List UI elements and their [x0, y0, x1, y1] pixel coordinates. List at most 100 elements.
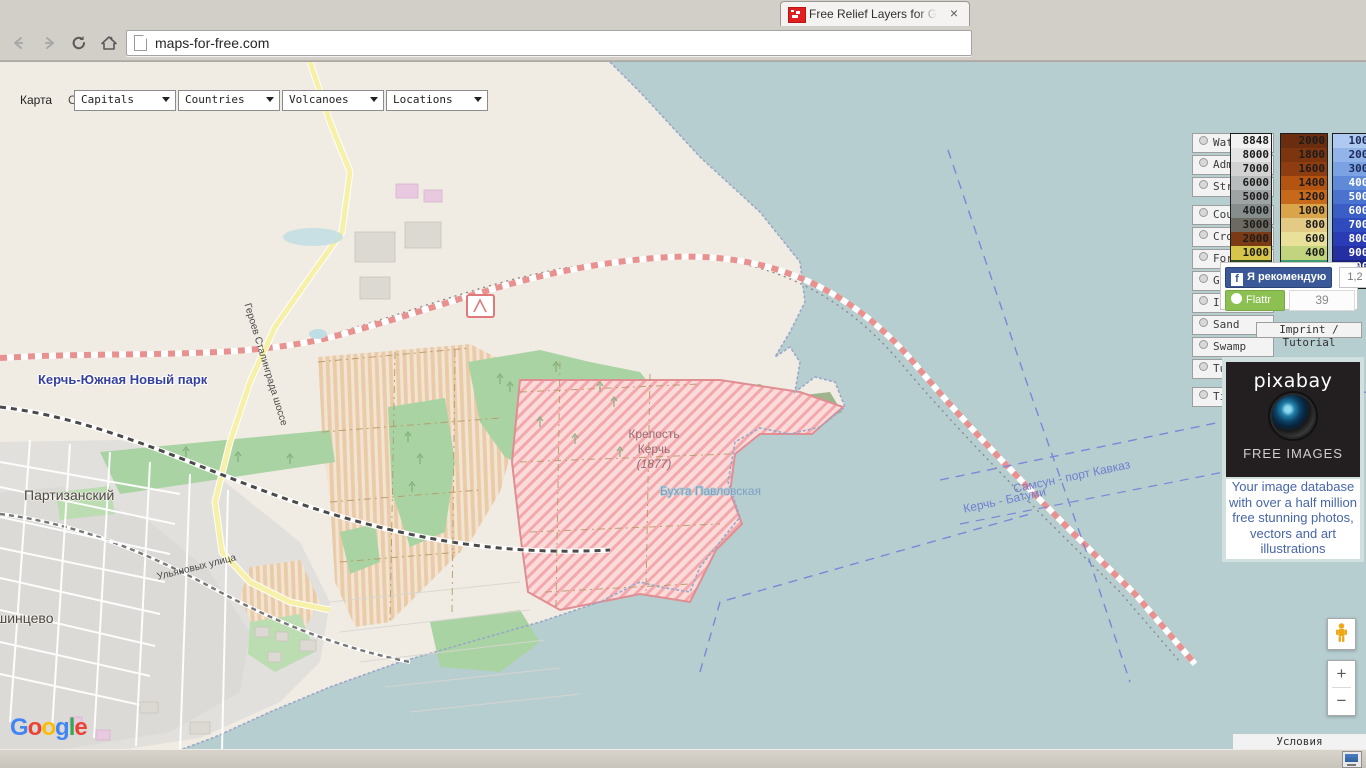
- select-capitals-label: Capitals: [81, 93, 134, 106]
- logo-g2: g: [55, 714, 70, 741]
- browser-toolbar: maps-for-free.com: [0, 26, 1366, 60]
- google-logo: Google: [10, 714, 88, 742]
- radio-icon[interactable]: [1199, 318, 1208, 327]
- select-locations[interactable]: Locations: [386, 90, 488, 111]
- logo-e: e: [74, 714, 87, 741]
- scale-step: 4000: [1333, 176, 1366, 190]
- scale-step: 1000: [1281, 204, 1327, 218]
- zoom-in-button[interactable]: +: [1328, 661, 1355, 687]
- radio-icon[interactable]: [1199, 230, 1208, 239]
- radio-icon[interactable]: [1199, 340, 1208, 349]
- chevron-down-icon: [370, 97, 378, 102]
- radio-icon[interactable]: [1199, 362, 1208, 371]
- web-page: Керчь-Южная Новый парк Партизанский шинц…: [0, 62, 1366, 750]
- favicon-icon: [788, 7, 806, 23]
- scale-step: 2000: [1333, 148, 1366, 162]
- scale-step: 7000: [1231, 162, 1271, 176]
- facebook-recommend-button[interactable]: f Я рекомендую: [1225, 267, 1333, 288]
- scale-step: 9000: [1333, 246, 1366, 260]
- relief-scale: 884880007000600050004000300020001000-414: [1230, 133, 1272, 275]
- radio-icon[interactable]: [1199, 208, 1208, 217]
- display-tray-icon[interactable]: [1342, 751, 1362, 768]
- monitor-base-icon: [1347, 764, 1356, 766]
- ad-image: pixabay FREE IMAGES: [1226, 362, 1360, 477]
- zoom-out-button[interactable]: −: [1328, 688, 1355, 714]
- home-button[interactable]: [96, 31, 122, 55]
- layer-toggle-swamp[interactable]: Swamp: [1192, 337, 1274, 357]
- scale-step: 6000: [1231, 176, 1271, 190]
- facebook-label: Я рекомендую: [1247, 271, 1327, 283]
- scale-step: 1200: [1281, 190, 1327, 204]
- select-capitals[interactable]: Capitals: [74, 90, 176, 111]
- scale-step: 1800: [1281, 148, 1327, 162]
- facebook-icon: f: [1231, 273, 1243, 286]
- flattr-icon: [1231, 293, 1242, 304]
- radio-icon[interactable]: [1199, 390, 1208, 399]
- taskbar: [0, 749, 1366, 768]
- browser-tab[interactable]: Free Relief Layers for Google ×: [780, 1, 970, 27]
- logo-g1: G: [10, 714, 29, 741]
- street-view-pegman[interactable]: [1327, 618, 1356, 650]
- radio-icon[interactable]: [1199, 136, 1208, 145]
- radio-icon[interactable]: [1199, 180, 1208, 189]
- terms-of-use-link[interactable]: Условия использования: [1233, 734, 1366, 750]
- scale-step: 400: [1281, 246, 1327, 260]
- radio-icon[interactable]: [1199, 252, 1208, 261]
- monitor-screen-icon: [1345, 754, 1358, 762]
- map-type-karta[interactable]: Карта: [20, 90, 52, 111]
- tab-title: Free Relief Layers for Google: [809, 7, 937, 21]
- chevron-down-icon: [474, 97, 482, 102]
- browser-chrome: Free Relief Layers for Google ×: [0, 0, 1366, 62]
- select-volcanoes[interactable]: Volcanoes: [282, 90, 384, 111]
- scale-step: 4000: [1231, 204, 1271, 218]
- select-countries[interactable]: Countries: [178, 90, 280, 111]
- select-volcanoes-label: Volcanoes: [289, 93, 349, 106]
- tab-strip: Free Relief Layers for Google ×: [0, 0, 1366, 27]
- scale-step: 6000: [1333, 204, 1366, 218]
- ad-caption: FREE IMAGES: [1243, 446, 1343, 461]
- arrow-right-icon: [45, 37, 54, 49]
- scale-step: 1000: [1231, 246, 1271, 260]
- scale-step: 8000: [1231, 148, 1271, 162]
- imprint-tutorial-link[interactable]: Imprint / Tutorial: [1256, 322, 1362, 349]
- pixabay-ad[interactable]: pixabay FREE IMAGES Your image database …: [1222, 357, 1364, 562]
- ad-text: Your image database with over a half mil…: [1226, 479, 1360, 559]
- scale-step: 8848: [1231, 134, 1271, 148]
- facebook-count: 1,2: [1339, 267, 1366, 288]
- reload-icon: [72, 36, 85, 50]
- station-icon: [466, 294, 495, 318]
- scale-step: 2000: [1231, 232, 1271, 246]
- layer-label: Swamp: [1213, 340, 1247, 353]
- map-graphics: [0, 62, 1366, 750]
- select-locations-label: Locations: [393, 93, 453, 106]
- address-bar[interactable]: maps-for-free.com: [126, 30, 972, 56]
- scale-step: 8000: [1333, 232, 1366, 246]
- flattr-button[interactable]: Flattr: [1225, 290, 1285, 311]
- scale-step: 2000: [1281, 134, 1327, 148]
- scale-step: 5000: [1231, 190, 1271, 204]
- flattr-label: Flattr: [1246, 294, 1272, 306]
- map-canvas[interactable]: Керчь-Южная Новый парк Партизанский шинц…: [0, 62, 1366, 750]
- scale-step: 1600: [1281, 162, 1327, 176]
- pegman-icon: [1336, 623, 1347, 642]
- social-panel: f Я рекомендую 1,2 Flattr 39: [1220, 262, 1366, 311]
- scale-step: 600: [1281, 232, 1327, 246]
- radio-icon[interactable]: [1199, 296, 1208, 305]
- chevron-down-icon: [162, 97, 170, 102]
- land-elevation-scale: 200018001600140012001000800600400200: [1280, 133, 1328, 275]
- pixabay-logo: pixabay: [1253, 370, 1333, 392]
- zoom-controls: + −: [1327, 660, 1356, 716]
- flattr-count: 39: [1289, 290, 1355, 311]
- reload-button[interactable]: [66, 31, 92, 55]
- scale-step: 5000: [1333, 190, 1366, 204]
- radio-icon[interactable]: [1199, 274, 1208, 283]
- home-icon: [101, 36, 117, 50]
- arrow-left-icon: [14, 37, 23, 49]
- page-icon: [134, 35, 147, 51]
- close-icon[interactable]: ×: [947, 6, 961, 21]
- radio-icon[interactable]: [1199, 158, 1208, 167]
- back-button[interactable]: [6, 31, 32, 55]
- url-text: maps-for-free.com: [155, 35, 270, 51]
- forward-button[interactable]: [36, 31, 62, 55]
- scale-step: 1000: [1333, 134, 1366, 148]
